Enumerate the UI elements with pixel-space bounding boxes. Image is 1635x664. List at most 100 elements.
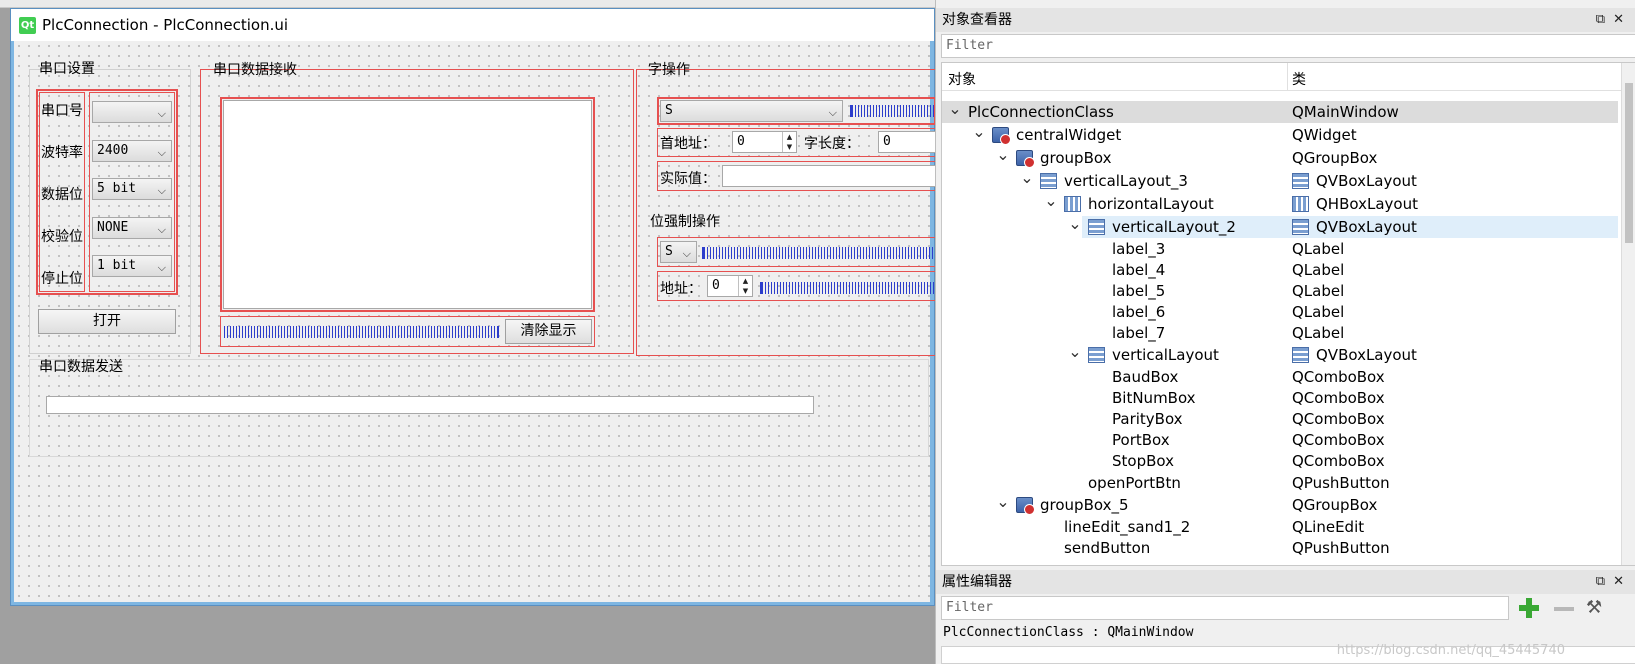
parity-combo[interactable]: NONE ⌵ [92, 217, 172, 239]
tree-row-baudbox[interactable]: BaudBox QComboBox [942, 366, 1618, 388]
chevron-down-icon[interactable]: ⌄ [1044, 191, 1058, 210]
port-combo[interactable]: ⌵ [92, 101, 172, 123]
tree-row-groupbox-5[interactable]: ⌄ groupBox_5 QGroupBox [942, 492, 1618, 516]
tree-row-stopbox[interactable]: StopBox QComboBox [942, 450, 1618, 472]
tree-row-label-6[interactable]: label_6 QLabel [942, 301, 1618, 323]
receive-text-area[interactable] [223, 100, 592, 309]
tree-row-label-7[interactable]: label_7 QLabel [942, 322, 1618, 344]
tree-row-openportbtn[interactable]: openPortBtn QPushButton [942, 472, 1618, 494]
tree-row-paritybox[interactable]: ParityBox QComboBox [942, 408, 1618, 430]
tree-row-class: QVBoxLayout [1292, 346, 1417, 364]
tree-row-horizontallayout[interactable]: ⌄ horizontalLayout QHBoxLayout [942, 191, 1618, 215]
port-label: 串口号 [41, 103, 83, 119]
dock-buttons[interactable]: ⧉✕ [1596, 8, 1632, 32]
qt-logo-icon: Qt [19, 16, 36, 34]
close-icon[interactable]: ✕ [1613, 12, 1632, 27]
close-icon[interactable]: ✕ [1613, 574, 1632, 589]
bit-address-spinbox[interactable]: 0 ▲ ▼ [707, 275, 753, 297]
scroll-thumb[interactable] [1625, 83, 1633, 243]
tree-row-plcconnectionclass[interactable]: ⌄ PlcConnectionClass QMainWindow [942, 99, 1618, 123]
parity-combo-value: NONE [97, 220, 129, 235]
chevron-down-icon: ⌵ [157, 146, 166, 159]
object-tree[interactable]: 对象 类 ⌄ PlcConnectionClass QMainWindow ⌄ cent… [941, 62, 1635, 566]
tree-header: 对象 类 [942, 63, 1635, 91]
tree-scrollbar[interactable] [1621, 63, 1635, 565]
receive-group-title: 串口数据接收 [213, 62, 297, 78]
chevron-down-icon[interactable]: ⌄ [1068, 342, 1082, 361]
vbox-layout-icon [1292, 173, 1309, 189]
tree-row-class: QLabel [1292, 261, 1345, 279]
wrench-icon[interactable]: ⚒ [1586, 597, 1602, 618]
send-text-input[interactable] [46, 396, 814, 414]
stopbits-combo[interactable]: 1 bit ⌵ [92, 255, 172, 277]
tree-row-label-4[interactable]: label_4 QLabel [942, 259, 1618, 281]
vbox-layout-icon [1292, 219, 1309, 235]
clear-display-button[interactable]: 清除显示 [505, 319, 592, 344]
word-area-value: S [665, 103, 673, 118]
spin-arrows-icon[interactable]: ▲ ▼ [782, 132, 796, 152]
tree-row-verticallayout-3[interactable]: ⌄ verticalLayout_3 QVBoxLayout [942, 168, 1618, 192]
property-editor-title: 属性编辑器 ⧉✕ [936, 570, 1635, 594]
word-area-combo[interactable]: S ⌵ [660, 100, 843, 122]
databits-combo[interactable]: 5 bit ⌵ [92, 178, 172, 200]
baud-combo-value: 2400 [97, 143, 129, 158]
tree-row-name: label_3 [1112, 240, 1166, 258]
tree-row-class: QLineEdit [1292, 518, 1365, 536]
tree-row-class: QPushButton [1292, 539, 1390, 557]
object-inspector-title: 对象查看器 ⧉✕ [936, 8, 1635, 32]
tree-row-label-3[interactable]: label_3 QLabel [942, 238, 1618, 260]
tree-row-bitnumbox[interactable]: BitNumBox QComboBox [942, 387, 1618, 409]
tree-row-class: QGroupBox [1292, 149, 1378, 167]
start-address-spinbox[interactable]: 0 ▲ ▼ [732, 131, 797, 153]
float-icon[interactable]: ⧉ [1596, 574, 1613, 589]
tree-row-class: QLabel [1292, 324, 1345, 342]
tree-row-name: label_6 [1112, 303, 1166, 321]
tree-row-sendbutton[interactable]: sendButton QPushButton [942, 537, 1618, 559]
form-canvas[interactable]: 串口设置 串口号 波特率 数据位 校验位 停止位 ⌵ 2400 ⌵ 5 bit … [14, 41, 936, 602]
databits-label: 数据位 [41, 187, 83, 203]
tree-row-name: verticalLayout_3 [1064, 172, 1188, 190]
chevron-down-icon[interactable]: ⌄ [948, 99, 962, 118]
remove-property-icon[interactable] [1554, 607, 1574, 611]
tree-row-name: BaudBox [1112, 368, 1179, 386]
dock-buttons[interactable]: ⧉✕ [1596, 570, 1632, 594]
start-address-value: 0 [737, 134, 745, 149]
chevron-down-icon[interactable]: ⌄ [1020, 168, 1034, 187]
object-filter-input[interactable]: Filter [941, 34, 1635, 58]
tree-row-label-5[interactable]: label_5 QLabel [942, 280, 1618, 302]
tree-row-name: StopBox [1112, 452, 1174, 470]
spin-arrows-icon[interactable]: ▲ ▼ [738, 276, 752, 296]
tree-row-groupbox[interactable]: ⌄ groupBox QGroupBox [942, 145, 1618, 169]
baud-combo[interactable]: 2400 ⌵ [92, 140, 172, 162]
form-preview-window[interactable]: Qt PlcConnection - PlcConnection.ui 串口设置… [10, 8, 936, 606]
right-dock-panel: 对象查看器 ⧉✕ Filter 对象 类 ⌄ PlcConnectionClass… [935, 0, 1635, 664]
tree-row-class: QVBoxLayout [1292, 218, 1417, 236]
chevron-down-icon[interactable]: ⌄ [1068, 214, 1082, 233]
tree-row-name: BitNumBox [1112, 389, 1196, 407]
vbox-layout-icon [1088, 219, 1105, 235]
chevron-down-icon[interactable]: ⌄ [996, 492, 1010, 511]
float-icon[interactable]: ⧉ [1596, 12, 1613, 27]
tree-row-verticallayout[interactable]: ⌄ verticalLayout QVBoxLayout [942, 342, 1618, 366]
word-op-title: 字操作 [648, 62, 690, 78]
col-class-header[interactable]: 类 [1292, 69, 1306, 89]
bit-area-combo[interactable]: S ⌵ [660, 241, 697, 263]
open-port-button[interactable]: 打开 [38, 309, 176, 334]
tree-row-portbox[interactable]: PortBox QComboBox [942, 429, 1618, 451]
col-object-header[interactable]: 对象 [948, 69, 976, 89]
property-filter-input[interactable]: Filter [941, 596, 1509, 620]
chevron-down-icon[interactable]: ⌄ [996, 145, 1010, 164]
add-property-icon[interactable] [1518, 597, 1540, 619]
tree-row-verticallayout-2[interactable]: ⌄ verticalLayout_2 QVBoxLayout [1068, 214, 1618, 238]
tree-row-centralwidget[interactable]: ⌄ centralWidget QWidget [942, 122, 1618, 146]
form-titlebar: Qt PlcConnection - PlcConnection.ui [11, 9, 934, 41]
chevron-down-icon[interactable]: ⌄ [972, 122, 986, 141]
column-divider[interactable] [1287, 63, 1288, 91]
word-length-spinbox[interactable]: 0 [878, 131, 936, 153]
widget-icon [1016, 497, 1035, 515]
object-inspector-title-text: 对象查看器 [942, 12, 1012, 28]
tree-row-class: QComboBox [1292, 368, 1385, 386]
tree-row-lineedit-sand1-2[interactable]: lineEdit_sand1_2 QLineEdit [942, 516, 1618, 538]
actual-value-input[interactable] [722, 165, 936, 187]
serial-settings-title: 串口设置 [39, 61, 95, 77]
